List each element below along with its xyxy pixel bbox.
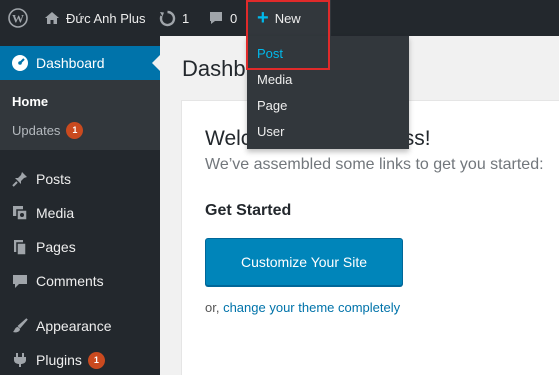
updates-icon — [159, 10, 176, 27]
sidebar-item-dashboard[interactable]: Dashboard — [0, 46, 160, 80]
plugins-badge: 1 — [87, 351, 105, 369]
theme-prefix: or, — [205, 300, 224, 315]
sidebar-item-label: Media — [36, 205, 75, 221]
submenu-home[interactable]: Home — [12, 94, 48, 109]
submenu-updates-label: Updates — [12, 123, 61, 138]
sidebar-item-media[interactable]: Media — [0, 196, 160, 230]
svg-text:W: W — [12, 12, 24, 26]
comment-icon — [10, 272, 30, 290]
updates-count: 1 — [182, 10, 190, 26]
sidebar-item-label: Pages — [36, 239, 76, 255]
pages-icon — [10, 238, 30, 256]
comments-count: 0 — [230, 10, 238, 26]
sidebar-item-label: Plugins — [36, 352, 82, 368]
dashboard-submenu: Home Updates 1 — [0, 80, 160, 150]
new-media-item[interactable]: Media — [257, 72, 292, 87]
brush-icon — [10, 317, 30, 335]
new-user-item[interactable]: User — [257, 124, 284, 139]
sidebar-item-comments[interactable]: Comments — [0, 264, 160, 298]
pin-icon — [10, 170, 30, 188]
updates-badge: 1 — [66, 122, 84, 139]
updates-link[interactable]: 1 — [159, 0, 189, 36]
get-started-heading: Get Started — [205, 202, 292, 219]
submenu-updates[interactable]: Updates 1 — [12, 122, 84, 139]
sidebar-item-label: Appearance — [36, 318, 112, 334]
comments-link[interactable]: 0 — [208, 0, 237, 36]
plugin-icon — [10, 351, 30, 369]
change-theme-link[interactable]: change your theme completely — [223, 300, 400, 315]
sidebar-item-label: Dashboard — [36, 55, 105, 71]
highlight-box — [246, 0, 330, 70]
page-title: Dashb — [182, 56, 246, 81]
media-icon — [10, 204, 30, 222]
comment-bubble-icon — [208, 10, 224, 26]
welcome-subtitle: We’ve assembled some links to get you st… — [205, 156, 544, 173]
site-name: Đức Anh Plus — [66, 10, 146, 26]
site-name-link[interactable]: Đức Anh Plus — [44, 0, 146, 36]
sidebar-item-posts[interactable]: Posts — [0, 162, 160, 196]
change-theme-line: or, change your theme completely — [205, 300, 400, 315]
wordpress-logo-icon[interactable]: W — [0, 0, 36, 36]
sidebar-item-appearance[interactable]: Appearance — [0, 309, 160, 343]
dashboard-gauge-icon — [10, 54, 30, 72]
customize-site-button[interactable]: Customize Your Site — [205, 238, 403, 286]
sidebar-item-label: Comments — [36, 273, 104, 289]
home-icon — [44, 10, 60, 26]
new-page-item[interactable]: Page — [257, 98, 287, 113]
admin-sidebar: Dashboard Home Updates 1 Posts Media Pag… — [0, 36, 160, 375]
sidebar-item-pages[interactable]: Pages — [0, 230, 160, 264]
sidebar-item-plugins[interactable]: Plugins 1 — [0, 343, 160, 375]
sidebar-item-label: Posts — [36, 171, 72, 187]
